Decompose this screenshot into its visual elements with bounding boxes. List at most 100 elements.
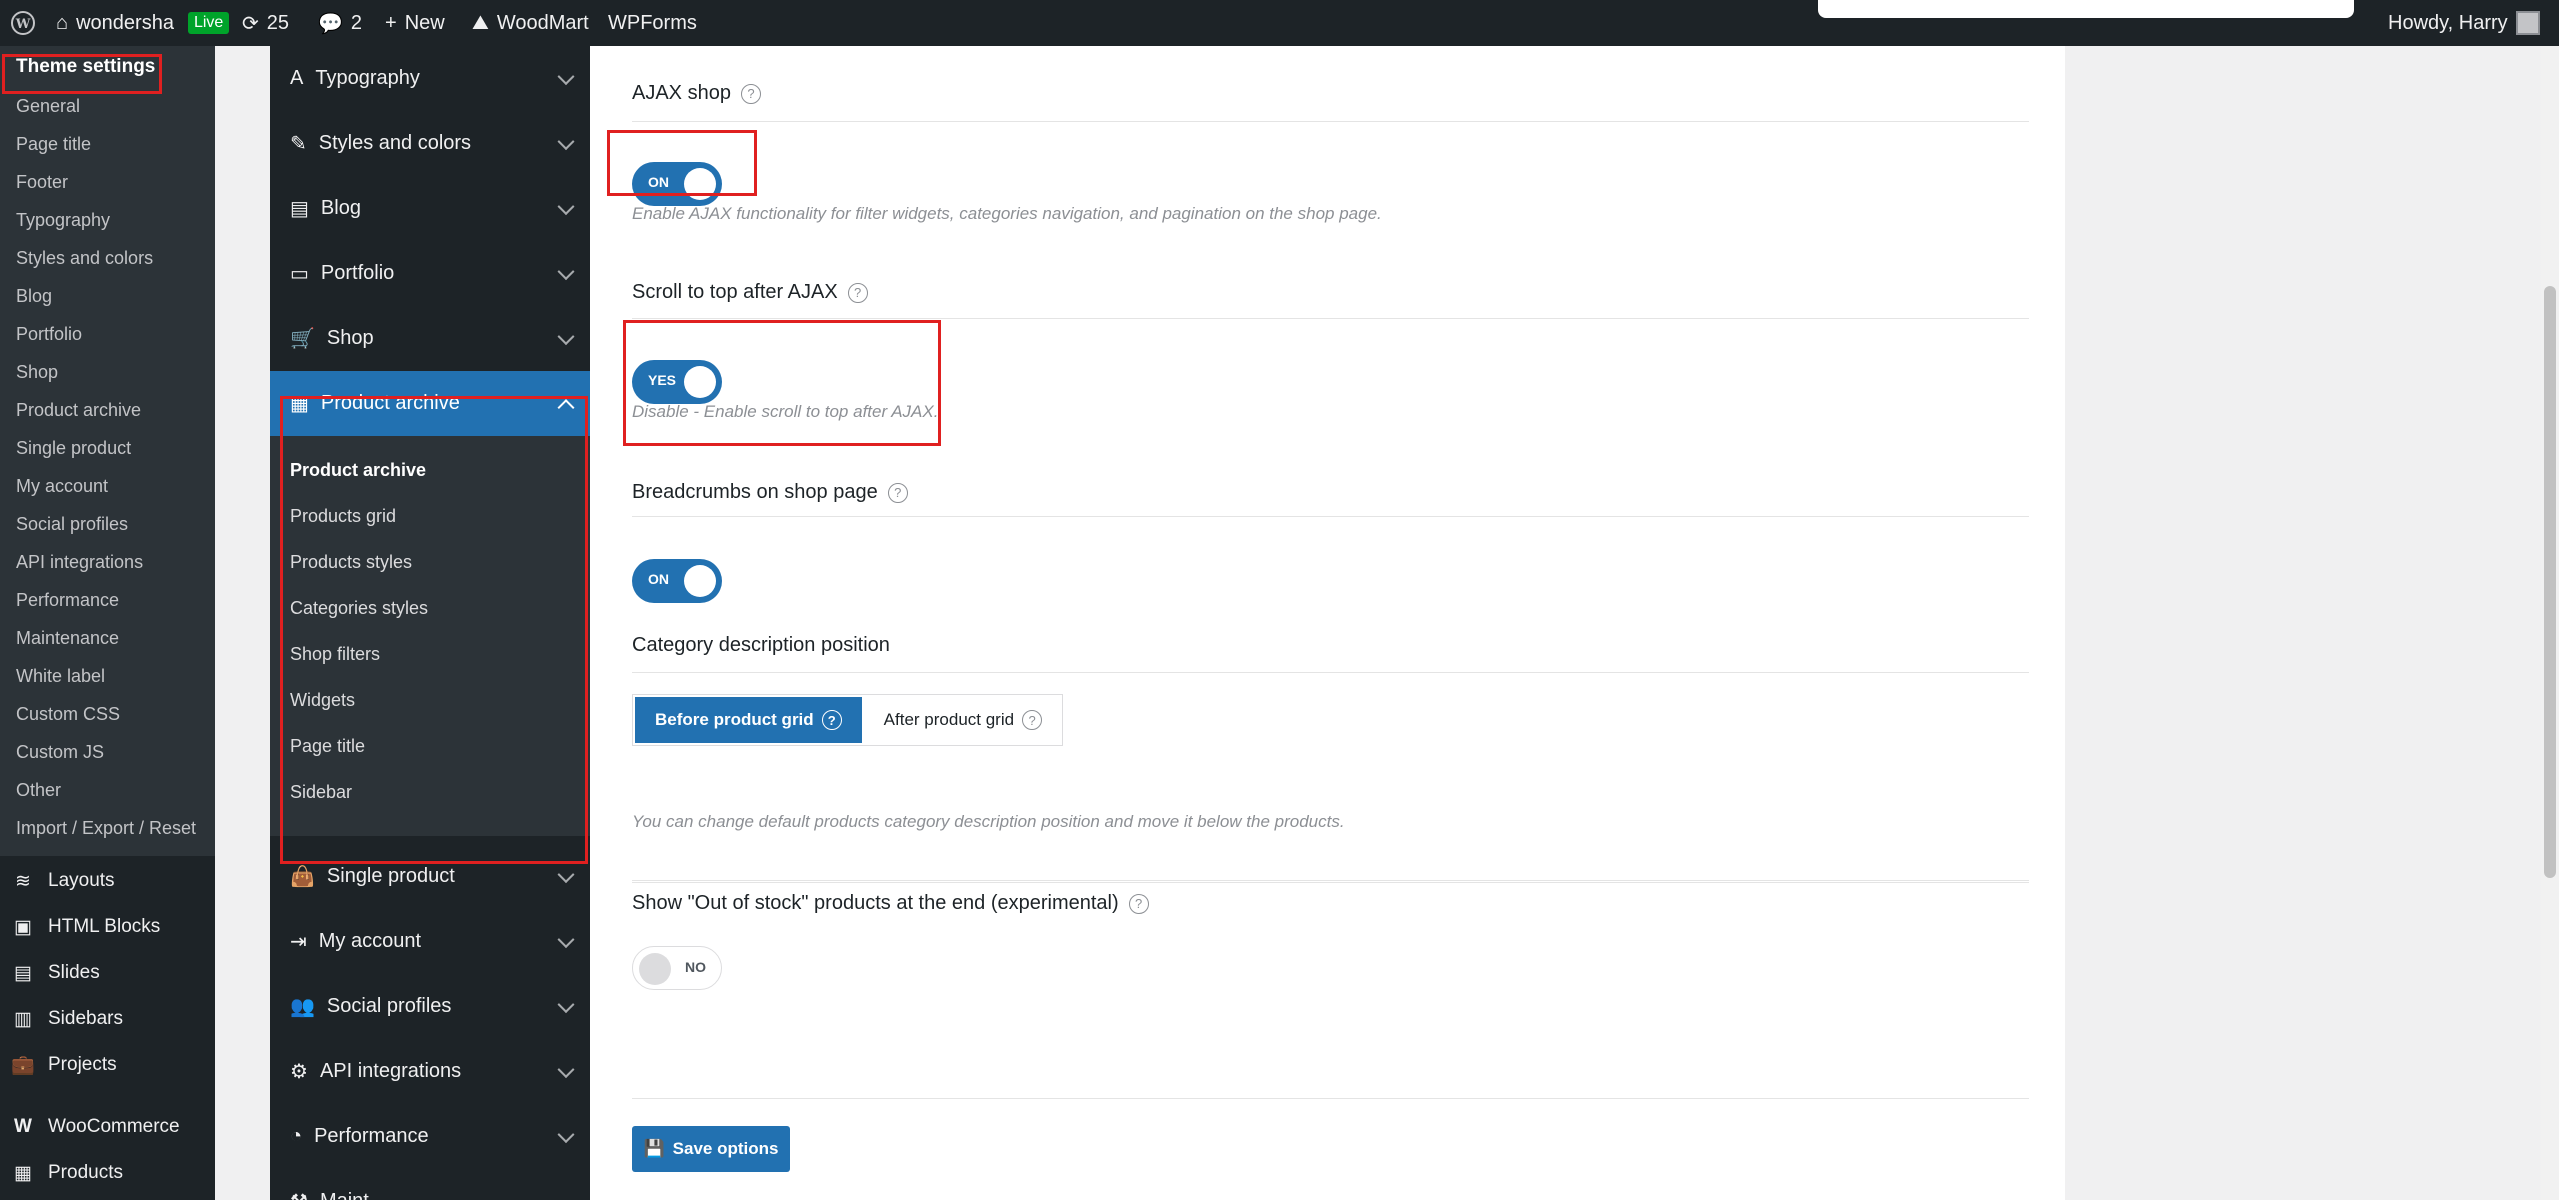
menu-layouts[interactable]: ≋ Layouts	[12, 870, 115, 892]
updates-link[interactable]: ⟳ 25	[242, 0, 289, 46]
nav-social-profiles[interactable]: 👥 Social profiles	[270, 974, 590, 1039]
out-of-stock-toggle[interactable]: NO	[632, 946, 722, 990]
submenu-page-title[interactable]: Page title	[16, 134, 91, 155]
scrollbar-thumb[interactable]	[2544, 286, 2556, 878]
comments-count: 2	[350, 11, 363, 34]
svg-text:W: W	[15, 17, 31, 32]
menu-label: Layouts	[48, 870, 115, 891]
nav-maintenance[interactable]: ⚒ Maint	[270, 1169, 590, 1200]
submenu-general[interactable]: General	[16, 96, 80, 117]
menu-sidebars[interactable]: ▥ Sidebars	[12, 1008, 123, 1030]
menu-label: Projects	[48, 1054, 117, 1075]
cart-icon: 🛒	[290, 328, 315, 350]
nav-blog[interactable]: ▤ Blog	[270, 176, 590, 241]
nav-label: Styles and colors	[318, 132, 472, 154]
gauge-icon: ◔	[290, 1125, 303, 1147]
comments-link[interactable]: 💬 2	[318, 0, 362, 46]
help-icon[interactable]: ?	[740, 83, 761, 104]
divider	[632, 318, 2029, 319]
wpforms-link[interactable]: WPForms	[608, 0, 697, 46]
save-label: Save options	[672, 1139, 779, 1158]
submenu-product-archive[interactable]: Product archive	[16, 400, 141, 421]
chevron-down-icon	[557, 1060, 575, 1078]
submenu-custom-js[interactable]: Custom JS	[16, 742, 104, 763]
submenu-social-profiles[interactable]: Social profiles	[16, 514, 128, 535]
menu-woocommerce[interactable]: W WooCommerce	[12, 1116, 180, 1138]
account-menu[interactable]: Howdy, Harry	[2388, 0, 2540, 46]
nav-label: My account	[318, 930, 422, 952]
option-after-grid[interactable]: After product grid ?	[864, 695, 1062, 745]
submenu-typography[interactable]: Typography	[16, 210, 110, 231]
page-scrollbar[interactable]	[2541, 46, 2559, 1200]
help-icon[interactable]: ?	[1022, 710, 1043, 730]
submenu-api-integrations[interactable]: API integrations	[16, 552, 143, 573]
menu-html-blocks[interactable]: ▣ HTML Blocks	[12, 916, 160, 938]
breadcrumbs-toggle[interactable]: ON	[632, 559, 722, 603]
option-label: After product grid	[883, 710, 1015, 729]
code-block-icon: ▣	[14, 916, 32, 938]
menu-label: Products	[48, 1162, 123, 1183]
divider	[632, 516, 2029, 517]
nav-label: Typography	[315, 67, 420, 89]
chevron-down-icon	[557, 197, 575, 215]
nav-styles-colors[interactable]: ✎ Styles and colors	[270, 111, 590, 176]
submenu-shop[interactable]: Shop	[16, 362, 58, 383]
submenu-other[interactable]: Other	[16, 780, 61, 801]
setting-title: Scroll to top after AJAX	[632, 281, 838, 303]
divider-below-title	[632, 882, 2029, 883]
help-icon[interactable]: ?	[887, 482, 908, 503]
slides-icon: ▤	[14, 962, 32, 984]
option-before-grid[interactable]: Before product grid ?	[633, 695, 864, 745]
help-icon[interactable]: ?	[847, 282, 868, 303]
submenu-single-product[interactable]: Single product	[16, 438, 131, 459]
wordpress-logo-icon[interactable]: W	[10, 0, 36, 46]
help-icon[interactable]: ?	[821, 710, 842, 730]
site-name: wondersha	[76, 11, 174, 34]
wpforms-label: WPForms	[608, 11, 697, 34]
woodmart-link[interactable]: ⛰ WoodMart	[472, 0, 589, 46]
new-content-link[interactable]: + New	[385, 0, 445, 46]
setting-title: Category description position	[632, 634, 890, 656]
submenu-portfolio[interactable]: Portfolio	[16, 324, 82, 345]
menu-label: HTML Blocks	[48, 916, 161, 937]
menu-slides[interactable]: ▤ Slides	[12, 962, 100, 984]
highlight-product-archive-nav	[280, 396, 588, 864]
chevron-down-icon	[557, 865, 575, 883]
highlight-ajax-shop-toggle	[607, 130, 757, 196]
menu-projects[interactable]: 💼 Projects	[11, 1054, 117, 1076]
submenu-import-export[interactable]: Import / Export / Reset	[16, 818, 196, 839]
submenu-styles-colors[interactable]: Styles and colors	[16, 248, 153, 269]
layers-icon: ≋	[15, 870, 31, 892]
nav-typography[interactable]: A Typography	[270, 46, 590, 111]
help-icon[interactable]: ?	[1128, 893, 1149, 914]
submenu-blog[interactable]: Blog	[16, 286, 52, 307]
category-desc-selector: Before product grid ? After product grid…	[632, 694, 1064, 746]
submenu-footer[interactable]: Footer	[16, 172, 68, 193]
sidebar-icon: ▥	[14, 1008, 32, 1030]
nav-shop[interactable]: 🛒 Shop	[270, 306, 590, 371]
nav-label: Maint	[320, 1190, 369, 1200]
ajax-shop-title: AJAX shop ?	[632, 82, 761, 105]
nav-performance[interactable]: ◔ Performance	[270, 1104, 590, 1169]
toggle-label: ON	[648, 571, 669, 587]
avatar	[2515, 11, 2540, 35]
submenu-my-account[interactable]: My account	[16, 476, 108, 497]
woodmart-label: WoodMart	[496, 11, 589, 34]
save-options-button[interactable]: 💾 Save options	[632, 1126, 790, 1172]
wrench-icon: ⚒	[290, 1189, 308, 1200]
submenu-custom-css[interactable]: Custom CSS	[16, 704, 120, 725]
nav-my-account[interactable]: ⇥ My account	[270, 909, 590, 974]
nav-api-integrations[interactable]: ⚙ API integrations	[270, 1039, 590, 1104]
admin-search-box[interactable]	[1818, 0, 2354, 18]
archive-box-icon: ▦	[14, 1162, 32, 1184]
menu-label: WooCommerce	[48, 1116, 180, 1137]
submenu-maintenance[interactable]: Maintenance	[16, 628, 119, 649]
menu-products[interactable]: ▦ Products	[12, 1162, 123, 1184]
setting-title: Breadcrumbs on shop page	[632, 481, 878, 503]
submenu-white-label[interactable]: White label	[16, 666, 105, 687]
woocommerce-icon: W	[14, 1116, 32, 1137]
submenu-performance[interactable]: Performance	[16, 590, 119, 611]
site-name-link[interactable]: ⌂ wondersha Live	[56, 0, 230, 46]
admin-bar: W ⌂ wondersha Live ⟳ 25 💬 2 + New ⛰ Wood…	[0, 0, 2559, 46]
nav-portfolio[interactable]: ▭ Portfolio	[270, 241, 590, 306]
